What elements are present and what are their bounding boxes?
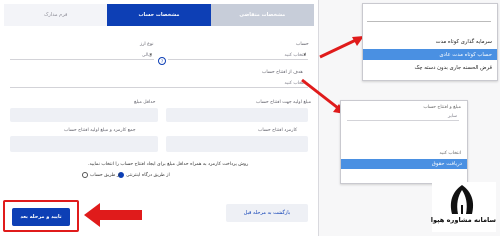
- highlight-box: [3, 200, 79, 232]
- popup-field-value: سایر: [447, 114, 457, 119]
- pen-nib-logo-icon: [450, 185, 474, 214]
- fee-label: کارمزد افتتاح حساب: [258, 128, 298, 133]
- purpose-label: هدف از افتتاح حساب: [262, 70, 303, 75]
- step-tabs: فرم مدارک مشخصات حساب مشخصات متقاضی: [4, 4, 314, 26]
- red-arrow-up-icon: [319, 36, 364, 59]
- dropdown-option[interactable]: سرمایه گذاری کوتاه مدت: [363, 36, 497, 47]
- help-icon[interactable]: ?: [158, 57, 166, 65]
- back-button[interactable]: بازگشت به مرحله قبل: [226, 204, 308, 222]
- chevron-down-icon: ▾: [11, 80, 306, 86]
- tab-customer-info[interactable]: مشخصات متقاضی: [210, 4, 314, 26]
- fee-input: [166, 136, 308, 152]
- dropdown-option-selected[interactable]: دریافت حقوق: [341, 159, 467, 169]
- account-select[interactable]: انتخاب کنید ▾: [168, 50, 308, 60]
- radio-internet-gateway[interactable]: از طریق درگاه اینترنتی: [118, 172, 170, 178]
- popup-purpose-label: مبلغ و افتتاح حساب: [423, 105, 461, 110]
- chevron-down-icon: ▾: [303, 52, 306, 58]
- min-amount-label: حداقل مبلغ: [134, 100, 156, 105]
- purpose-select[interactable]: انتخاب کنید ▾: [10, 78, 308, 88]
- currency-select[interactable]: ریالی ▾: [10, 50, 154, 60]
- radio-empty-icon: [82, 172, 88, 178]
- screenshot-frame: فرم مدارک مشخصات حساب مشخصات متقاضی حساب…: [0, 0, 500, 236]
- total-input: [10, 136, 158, 152]
- dropdown-option-selected[interactable]: حساب کوتاه مدت عادی: [363, 49, 497, 60]
- currency-label: نوع ارز: [140, 42, 154, 47]
- payment-method-note: روش پرداخت کارمزد به همراه حداقل مبلغ بر…: [88, 162, 249, 167]
- min-amount-input: [10, 108, 158, 122]
- amount-input[interactable]: [166, 108, 308, 122]
- popup-purpose-field[interactable]: سایر: [347, 111, 459, 121]
- total-label: جمع کارمزد و مبلغ اولیه افتتاح حساب: [64, 128, 136, 133]
- account-opening-form: فرم مدارک مشخصات حساب مشخصات متقاضی حساب…: [0, 0, 319, 236]
- red-arrow-left-icon: [84, 203, 142, 227]
- site-logo: سامانه مشاوره هپوا: [430, 182, 496, 232]
- chevron-down-icon: ▾: [149, 52, 152, 58]
- radio-account[interactable]: از طریق حساب: [82, 172, 120, 178]
- radio-internet-label: از طریق درگاه اینترنتی: [126, 172, 170, 178]
- tab-account-info[interactable]: مشخصات حساب: [107, 4, 211, 26]
- account-type-dropdown: سرمایه گذاری کوتاه مدت حساب کوتاه مدت عا…: [362, 3, 498, 81]
- radio-account-label: از طریق حساب: [90, 172, 121, 178]
- dropdown-search-input[interactable]: [367, 12, 491, 22]
- tab-user-info[interactable]: فرم مدارک: [4, 4, 108, 26]
- popup-placeholder: انتخاب کنید: [439, 151, 461, 156]
- logo-text: سامانه مشاوره هپوا: [430, 216, 496, 224]
- purpose-dropdown: مبلغ و افتتاح حساب سایر انتخاب کنید دریا…: [340, 100, 468, 184]
- dropdown-option[interactable]: قرض الحسنه جاری بدون دسته چک: [363, 62, 497, 73]
- account-label: حساب: [296, 42, 309, 47]
